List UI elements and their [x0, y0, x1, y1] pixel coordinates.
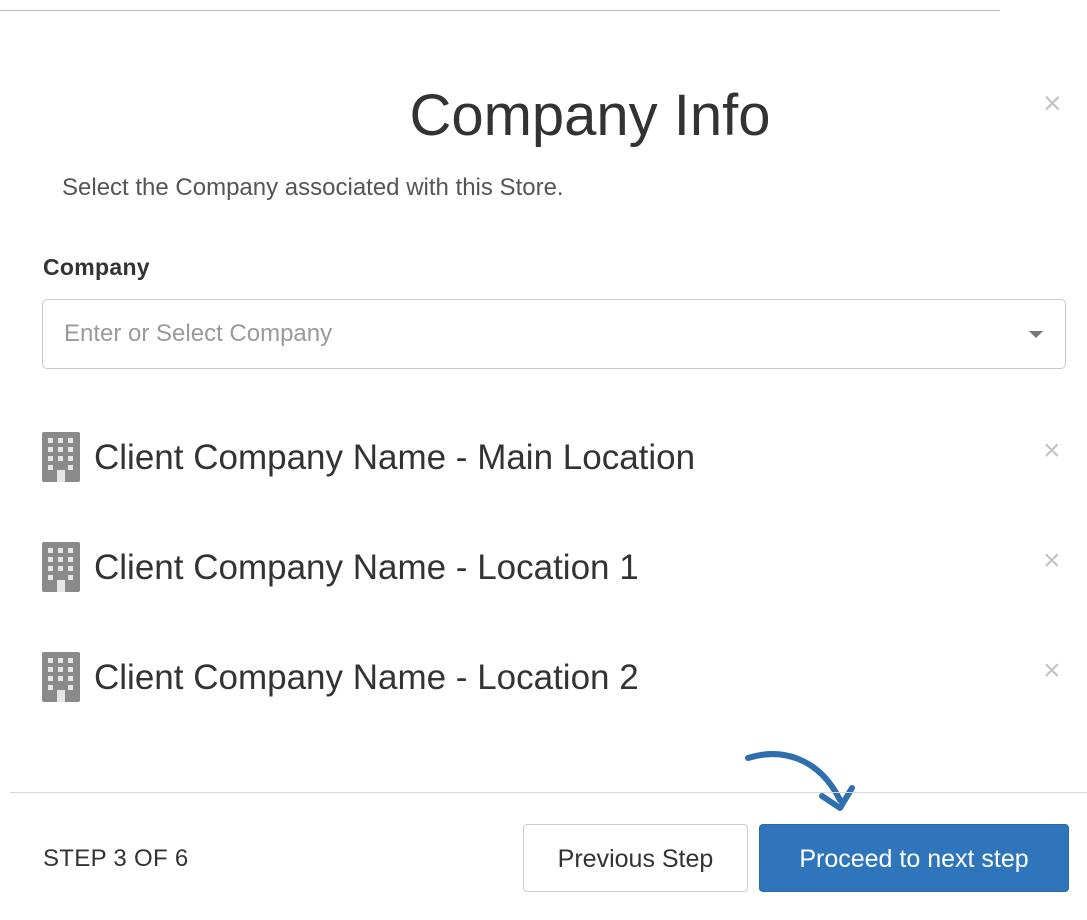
remove-company-icon[interactable]: × [1043, 436, 1061, 466]
modal-subtitle: Select the Company associated with this … [62, 174, 564, 201]
company-select-placeholder: Enter or Select Company [64, 320, 333, 347]
proceed-next-step-button[interactable]: Proceed to next step [759, 824, 1069, 892]
remove-company-icon[interactable]: × [1043, 656, 1061, 686]
building-icon [42, 432, 80, 482]
previous-step-button[interactable]: Previous Step [523, 824, 748, 892]
caret-down-icon[interactable] [1029, 331, 1043, 338]
building-icon [42, 542, 80, 592]
modal-title: Company Info [409, 83, 771, 148]
step-indicator: STEP 3 OF 6 [43, 845, 189, 872]
company-select[interactable]: Enter or Select Company [42, 299, 1066, 369]
company-name: Client Company Name - Location 2 [94, 658, 639, 697]
building-icon [42, 652, 80, 702]
remove-company-icon[interactable]: × [1043, 546, 1061, 576]
modal-close-icon[interactable]: × [1043, 87, 1062, 119]
company-list-item: Client Company Name - Location 1 × [40, 542, 1080, 602]
curved-arrow-icon [745, 751, 855, 811]
company-name: Client Company Name - Main Location [94, 438, 696, 477]
company-list-item: Client Company Name - Location 2 × [40, 652, 1080, 712]
company-name: Client Company Name - Location 1 [94, 548, 639, 587]
footer-divider [10, 792, 1087, 793]
top-divider [0, 10, 1000, 11]
company-field-label: Company [43, 254, 150, 280]
company-list-item: Client Company Name - Main Location × [40, 432, 1080, 492]
